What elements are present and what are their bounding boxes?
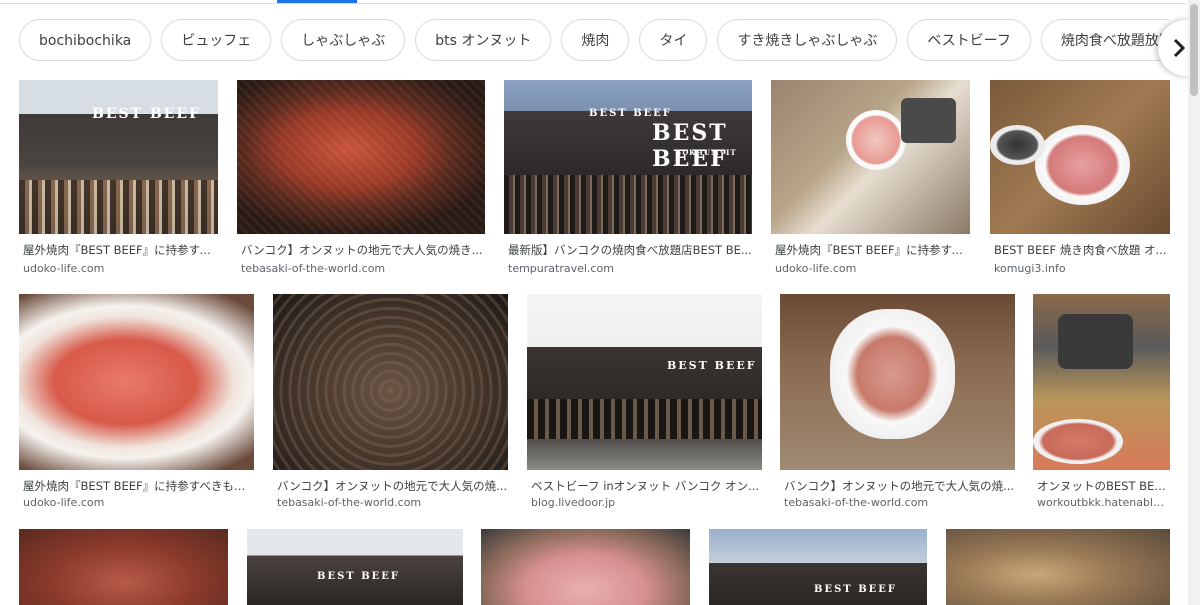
- result-title[interactable]: オンヌットのBEST BEE...: [1037, 478, 1170, 494]
- result-title[interactable]: バンコク】オンヌットの地元で大人気の焼...: [277, 478, 508, 494]
- result-thumbnail[interactable]: BEST BEEF: [19, 80, 218, 234]
- result-source[interactable]: tebasaki-of-the-world.com: [277, 496, 508, 509]
- result-source[interactable]: udoko-life.com: [23, 262, 218, 275]
- image-result[interactable]: 屋外焼肉『BEST BEEF』に持参すべきもの... udoko-life.co…: [19, 294, 254, 509]
- image-result[interactable]: バンコク】オンヌットの地元で大人気の焼き... tebasaki-of-the-…: [237, 80, 485, 275]
- divider: [0, 3, 1186, 4]
- chip-thai[interactable]: タイ: [639, 19, 708, 61]
- top-tab-bar: [0, 0, 1200, 4]
- chevron-right-icon: [1173, 38, 1186, 58]
- result-title[interactable]: 屋外焼肉『BEST BEEF』に持参すべ...: [23, 242, 218, 258]
- result-thumbnail[interactable]: [780, 294, 1015, 470]
- result-source[interactable]: blog.livedoor.jp: [531, 496, 762, 509]
- image-result[interactable]: [946, 529, 1170, 605]
- chip-all-you-can-eat[interactable]: 焼肉食べ放題放題: [1040, 19, 1169, 61]
- result-thumbnail[interactable]: [237, 80, 485, 234]
- result-thumbnail[interactable]: [273, 294, 508, 470]
- result-title[interactable]: 屋外焼肉『BEST BEEF』に持参すべ...: [775, 242, 970, 258]
- image-result[interactable]: BEST BEEF 焼き肉食べ放題 オ... komugi3.info: [990, 80, 1170, 275]
- result-thumbnail[interactable]: BEST BEEF: [247, 529, 463, 605]
- result-source[interactable]: udoko-life.com: [23, 496, 254, 509]
- best-beef-sign: BEST BEEF: [317, 571, 401, 582]
- image-result[interactable]: BEST BEEF: [247, 529, 463, 605]
- image-result[interactable]: [481, 529, 690, 605]
- best-beef-sign-small: BEST BEEF: [589, 108, 673, 119]
- result-title[interactable]: ベストビーフ inオンヌット バンコク オン...: [531, 478, 762, 494]
- result-source[interactable]: tempuratravel.com: [508, 262, 752, 275]
- result-thumbnail[interactable]: [946, 529, 1170, 605]
- image-result[interactable]: BEST BEEF 屋外焼肉『BEST BEEF』に持参すべ... udoko-…: [19, 80, 218, 275]
- result-title[interactable]: 屋外焼肉『BEST BEEF』に持参すべきもの...: [23, 478, 254, 494]
- best-beef-sign: BEST BEEF: [814, 584, 898, 595]
- result-source[interactable]: udoko-life.com: [775, 262, 970, 275]
- result-thumbnail[interactable]: BEST BEEF: [527, 294, 762, 470]
- result-title[interactable]: BEST BEEF 焼き肉食べ放題 オ...: [994, 242, 1170, 258]
- sukhumvit-sign: SUKHUMVIT: [676, 148, 737, 157]
- result-thumbnail[interactable]: [990, 80, 1170, 234]
- image-result[interactable]: BEST BEEF BEST BEEF SUKHUMVIT 最新版】バンコクの焼…: [504, 80, 752, 275]
- chip-yakiniku[interactable]: 焼肉: [561, 19, 630, 61]
- image-result[interactable]: [19, 529, 228, 605]
- chip-sukiyaki[interactable]: すき焼きしゃぶしゃぶ: [717, 19, 898, 61]
- chip-shabushabu[interactable]: しゃぶしゃぶ: [281, 19, 406, 61]
- image-result[interactable]: BEST BEEF ベストビーフ inオンヌット バンコク オン... blog…: [527, 294, 762, 509]
- best-beef-sign: BEST BEEF: [667, 359, 757, 372]
- image-result[interactable]: オンヌットのBEST BEE... workoutbkk.hatenablog.…: [1033, 294, 1170, 509]
- scrollbar[interactable]: [1188, 0, 1200, 605]
- best-beef-sign: BEST BEEF: [92, 106, 202, 122]
- result-title[interactable]: バンコク】オンヌットの地元で大人気の焼き...: [241, 242, 485, 258]
- image-result[interactable]: BEST BEEF: [709, 529, 927, 605]
- result-thumbnail[interactable]: BEST BEEF BEST BEEF SUKHUMVIT: [504, 80, 752, 234]
- result-title[interactable]: バンコク】オンヌットの地元で大人気の焼...: [784, 478, 1015, 494]
- result-thumbnail[interactable]: [19, 294, 254, 470]
- scrollbar-thumb[interactable]: [1190, 4, 1198, 96]
- image-result[interactable]: バンコク】オンヌットの地元で大人気の焼... tebasaki-of-the-w…: [273, 294, 508, 509]
- chip-bochibochika[interactable]: bochibochika: [19, 19, 152, 61]
- chip-bts-onnut[interactable]: bts オンヌット: [415, 19, 552, 61]
- result-thumbnail[interactable]: BEST BEEF: [709, 529, 927, 605]
- image-result[interactable]: バンコク】オンヌットの地元で大人気の焼... tebasaki-of-the-w…: [780, 294, 1015, 509]
- result-thumbnail[interactable]: [771, 80, 970, 234]
- result-source[interactable]: workoutbkk.hatenablog.c...: [1037, 496, 1170, 509]
- result-source[interactable]: tebasaki-of-the-world.com: [241, 262, 485, 275]
- result-thumbnail[interactable]: [1033, 294, 1170, 470]
- result-source[interactable]: komugi3.info: [994, 262, 1170, 275]
- result-source[interactable]: tebasaki-of-the-world.com: [784, 496, 1015, 509]
- result-thumbnail[interactable]: [481, 529, 690, 605]
- chip-best-beef[interactable]: ベストビーフ: [907, 19, 1031, 61]
- image-result[interactable]: 屋外焼肉『BEST BEEF』に持参すべ... udoko-life.com: [771, 80, 970, 275]
- best-beef-sign: BEST BEEF: [652, 120, 728, 172]
- chip-buffet[interactable]: ビュッフェ: [161, 19, 272, 61]
- result-title[interactable]: 最新版】バンコクの焼肉食べ放題店BEST BE...: [508, 242, 752, 258]
- related-search-chips: bochibochika ビュッフェ しゃぶしゃぶ bts オンヌット 焼肉 タイ すき焼き…: [19, 19, 1169, 64]
- result-thumbnail[interactable]: [19, 529, 228, 605]
